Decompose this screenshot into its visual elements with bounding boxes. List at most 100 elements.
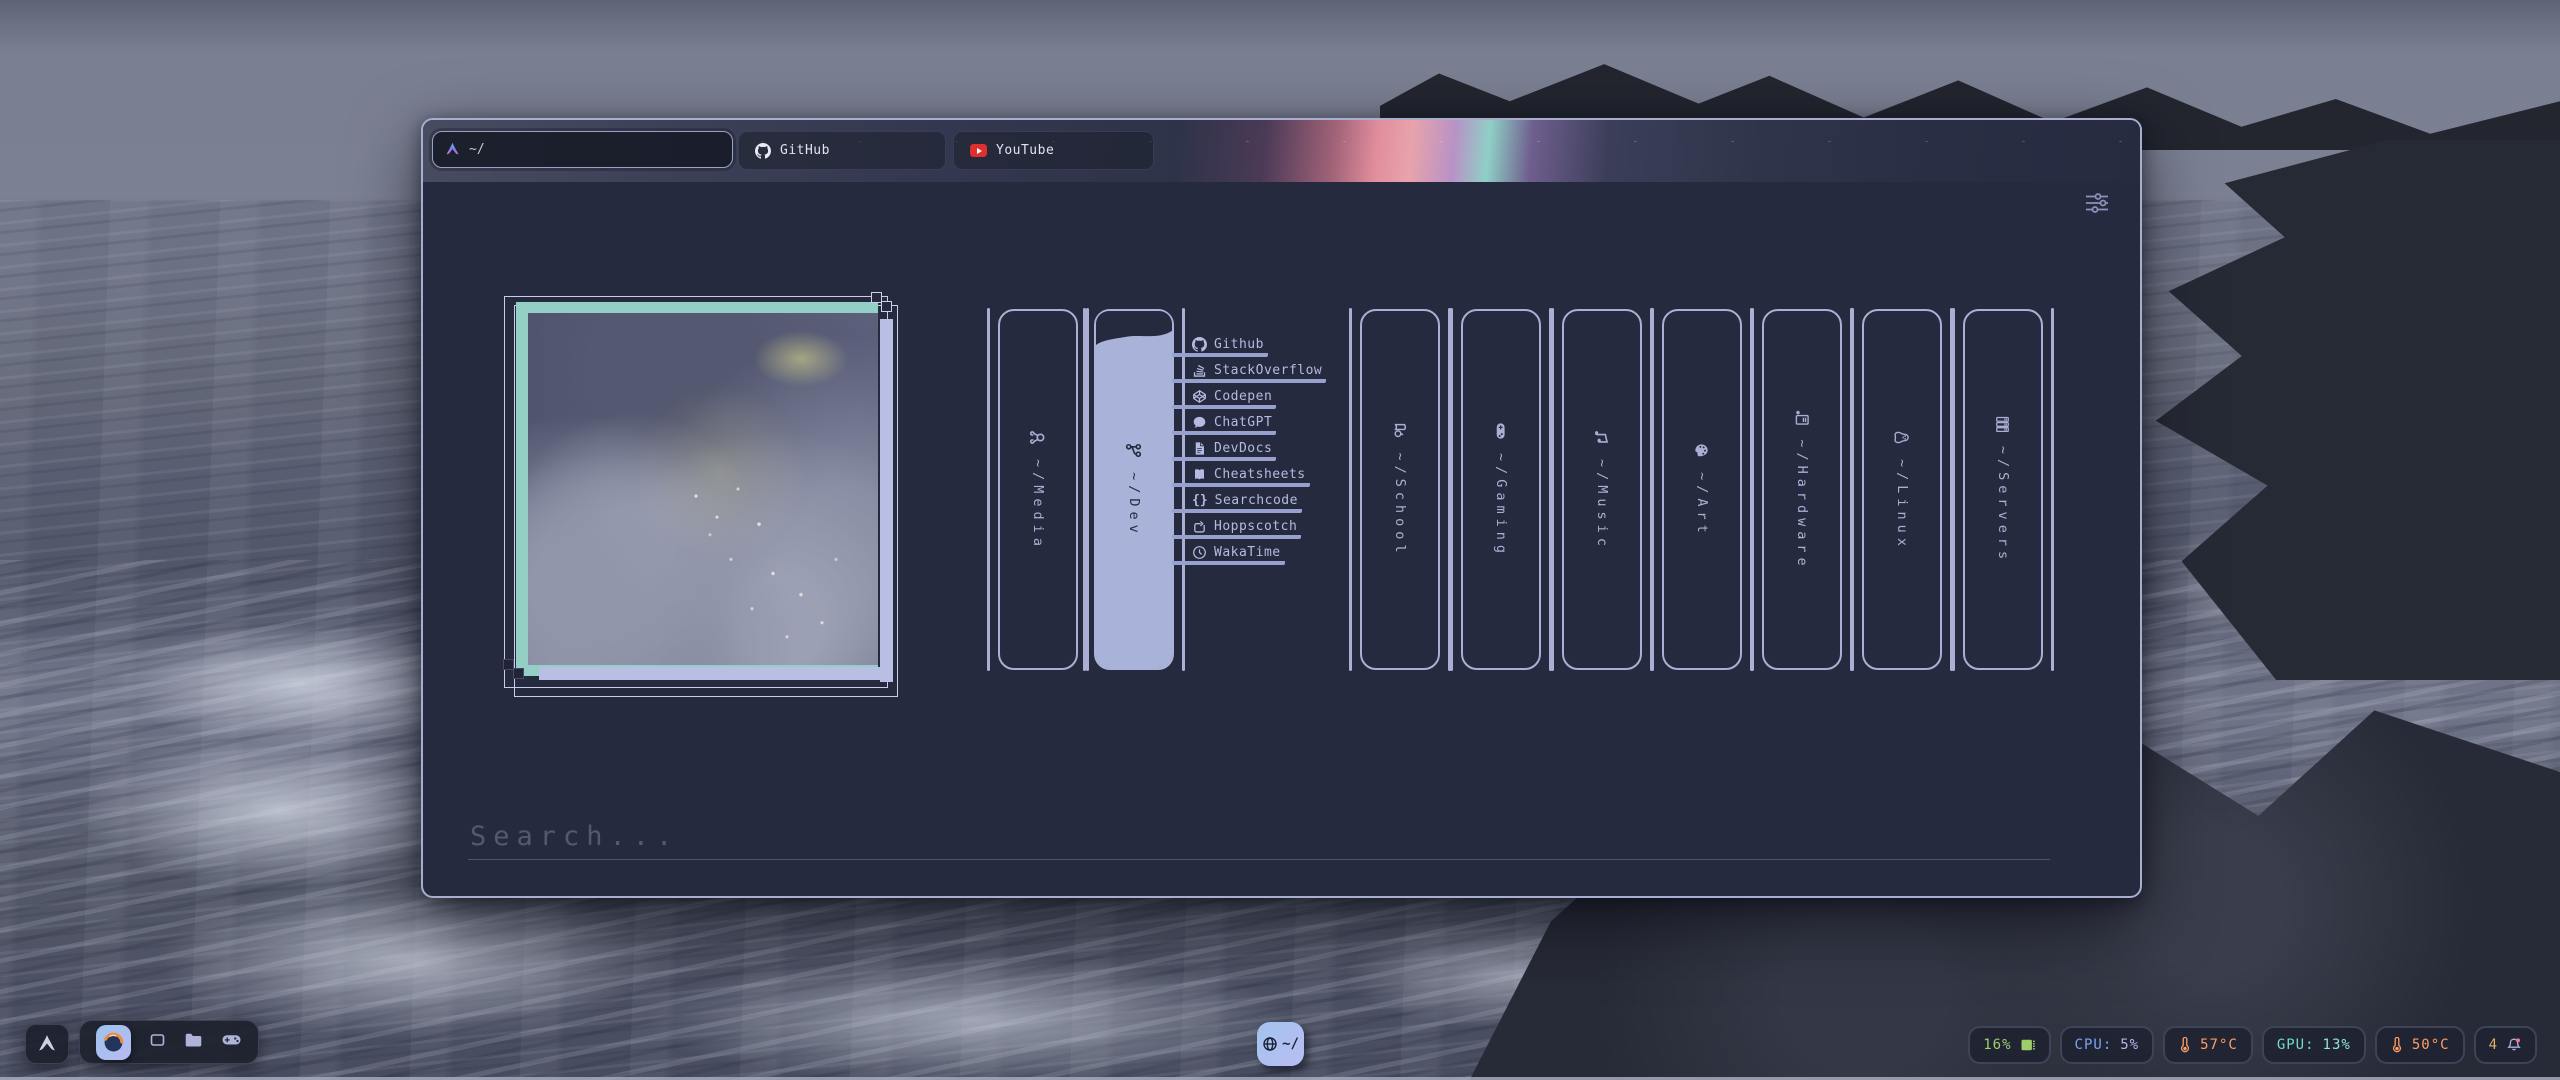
codepen-icon	[1192, 389, 1207, 404]
book-label: ~/Media	[1030, 459, 1046, 551]
book-label: ~/Hardware	[1794, 439, 1810, 570]
firefox-icon	[102, 1031, 125, 1054]
book-label: ~/Servers	[1995, 445, 2011, 563]
dock-item-files[interactable]	[184, 1032, 203, 1052]
book-servers[interactable]: ~/Servers	[1963, 309, 2043, 670]
tab-youtube[interactable]: YouTube	[953, 131, 1154, 170]
cpu-value: 5%	[2120, 1037, 2139, 1053]
link-label: WakaTime	[1214, 545, 1281, 560]
book-label: ~/School	[1392, 452, 1408, 557]
book-art[interactable]: ~/Art	[1662, 309, 1742, 670]
arch-icon	[37, 1034, 57, 1054]
dev-link-github[interactable]: Github	[1172, 339, 1268, 357]
notifications-widget[interactable]: 4	[2474, 1026, 2537, 1064]
cpu-widget: CPU: 5%	[2060, 1026, 2155, 1064]
dev-link-devdocs[interactable]: DevDocs	[1172, 443, 1276, 461]
gpu-label: GPU:	[2277, 1037, 2315, 1053]
url-text: ~/	[469, 142, 485, 157]
gpu-temp-widget: 50°C	[2375, 1026, 2465, 1064]
thermometer-icon	[2390, 1037, 2404, 1053]
dev-link-codepen[interactable]: Codepen	[1172, 391, 1276, 409]
frame-handle	[513, 668, 524, 679]
dock-item-games[interactable]	[221, 1033, 242, 1052]
gpu-value: 13%	[2323, 1037, 2351, 1053]
memory-widget: 16%	[1968, 1026, 2050, 1064]
link-label: Searchcode	[1215, 493, 1298, 508]
ram-icon	[2020, 1037, 2036, 1053]
book-linux[interactable]: ~/Linux	[1862, 309, 1942, 670]
thermometer-icon	[2178, 1037, 2192, 1053]
palette-icon	[1694, 442, 1711, 459]
link-label: Cheatsheets	[1214, 467, 1306, 482]
stackoverflow-icon	[1192, 363, 1207, 378]
book-media[interactable]: ~/Media	[998, 309, 1078, 670]
artwork-frame	[502, 292, 906, 698]
dock-item-firefox[interactable]	[96, 1025, 131, 1060]
book-music[interactable]: ~/Music	[1562, 309, 1642, 670]
book-dev[interactable]: ~/Dev	[1094, 309, 1174, 670]
dev-link-stackoverflow[interactable]: StackOverflow	[1172, 365, 1326, 383]
window-button-label: ~/	[1282, 1036, 1299, 1052]
book-label: ~/Art	[1694, 472, 1710, 538]
desktop: ~/ GitHub YouTube	[0, 0, 2560, 1080]
link-label: DevDocs	[1214, 441, 1272, 456]
searchcode-icon: {}	[1192, 493, 1208, 508]
notification-count: 4	[2489, 1037, 2498, 1053]
cloud-artwork	[528, 313, 878, 665]
gpu-temp-value: 50°C	[2412, 1037, 2450, 1053]
dev-link-hoppscotch[interactable]: Hoppscotch	[1172, 521, 1301, 539]
wakatime-icon	[1192, 545, 1207, 560]
media-icon	[1030, 429, 1047, 446]
link-label: Hoppscotch	[1214, 519, 1297, 534]
dev-link-wakatime[interactable]: WakaTime	[1172, 547, 1285, 565]
link-label: Codepen	[1214, 389, 1272, 404]
chatgpt-icon	[1192, 415, 1207, 430]
youtube-icon	[970, 144, 987, 157]
search-input[interactable]	[468, 814, 2050, 860]
book-school[interactable]: ~/School	[1360, 309, 1440, 670]
cheatsheets-icon	[1192, 467, 1207, 482]
git-branch-icon	[1126, 442, 1143, 459]
arch-logo-icon	[445, 142, 460, 157]
cpu-temp-value: 57°C	[2200, 1037, 2238, 1053]
url-bar[interactable]: ~/	[432, 131, 733, 168]
dev-link-cheatsheets[interactable]: Cheatsheets	[1172, 469, 1310, 487]
book-gaming[interactable]: ~/Gaming	[1461, 309, 1541, 670]
tab-label: GitHub	[780, 143, 830, 158]
folder-icon	[184, 1032, 203, 1048]
tab-github[interactable]: GitHub	[738, 131, 946, 170]
dock-item-window[interactable]	[149, 1032, 166, 1052]
book-label: ~/Gaming	[1493, 452, 1509, 557]
link-label: StackOverflow	[1214, 363, 1322, 378]
bell-icon	[2506, 1037, 2522, 1053]
gamepad-icon	[221, 1033, 242, 1048]
browser-tab-bar: ~/ GitHub YouTube	[423, 120, 2140, 182]
devdocs-icon	[1192, 441, 1207, 456]
dev-links-list: Github StackOverflow Codepen	[1172, 339, 1326, 573]
github-icon	[1192, 337, 1207, 352]
link-label: Github	[1214, 337, 1264, 352]
launcher-button[interactable]	[25, 1024, 69, 1064]
taskbar-status-widgets: 16% CPU: 5% 57°C GPU: 13% 50	[1968, 1026, 2537, 1064]
book-label: ~/Dev	[1126, 472, 1142, 538]
dev-link-chatgpt[interactable]: ChatGPT	[1172, 417, 1276, 435]
dev-link-searchcode[interactable]: {} Searchcode	[1172, 495, 1302, 513]
globe-icon	[1262, 1036, 1278, 1052]
gamepad-icon	[1492, 421, 1510, 439]
square-app-icon	[149, 1032, 166, 1048]
app-dock	[79, 1020, 259, 1064]
book-label: ~/Music	[1594, 459, 1610, 551]
frame-lavender-border	[539, 667, 893, 680]
cpu-label: CPU:	[2075, 1037, 2113, 1053]
book-label: ~/Linux	[1894, 459, 1910, 551]
memory-value: 16%	[1983, 1037, 2011, 1053]
frame-handle	[881, 301, 892, 312]
taskbar-window-button[interactable]: ~/	[1257, 1022, 1304, 1066]
filter-sliders-icon[interactable]	[2083, 192, 2115, 216]
book-hardware[interactable]: ~/Hardware	[1762, 309, 1842, 670]
gpu-widget: GPU: 13%	[2262, 1026, 2366, 1064]
frame-lavender-border	[880, 319, 893, 682]
github-icon	[755, 143, 771, 159]
school-icon	[1392, 422, 1409, 439]
tab-label: YouTube	[996, 143, 1054, 158]
